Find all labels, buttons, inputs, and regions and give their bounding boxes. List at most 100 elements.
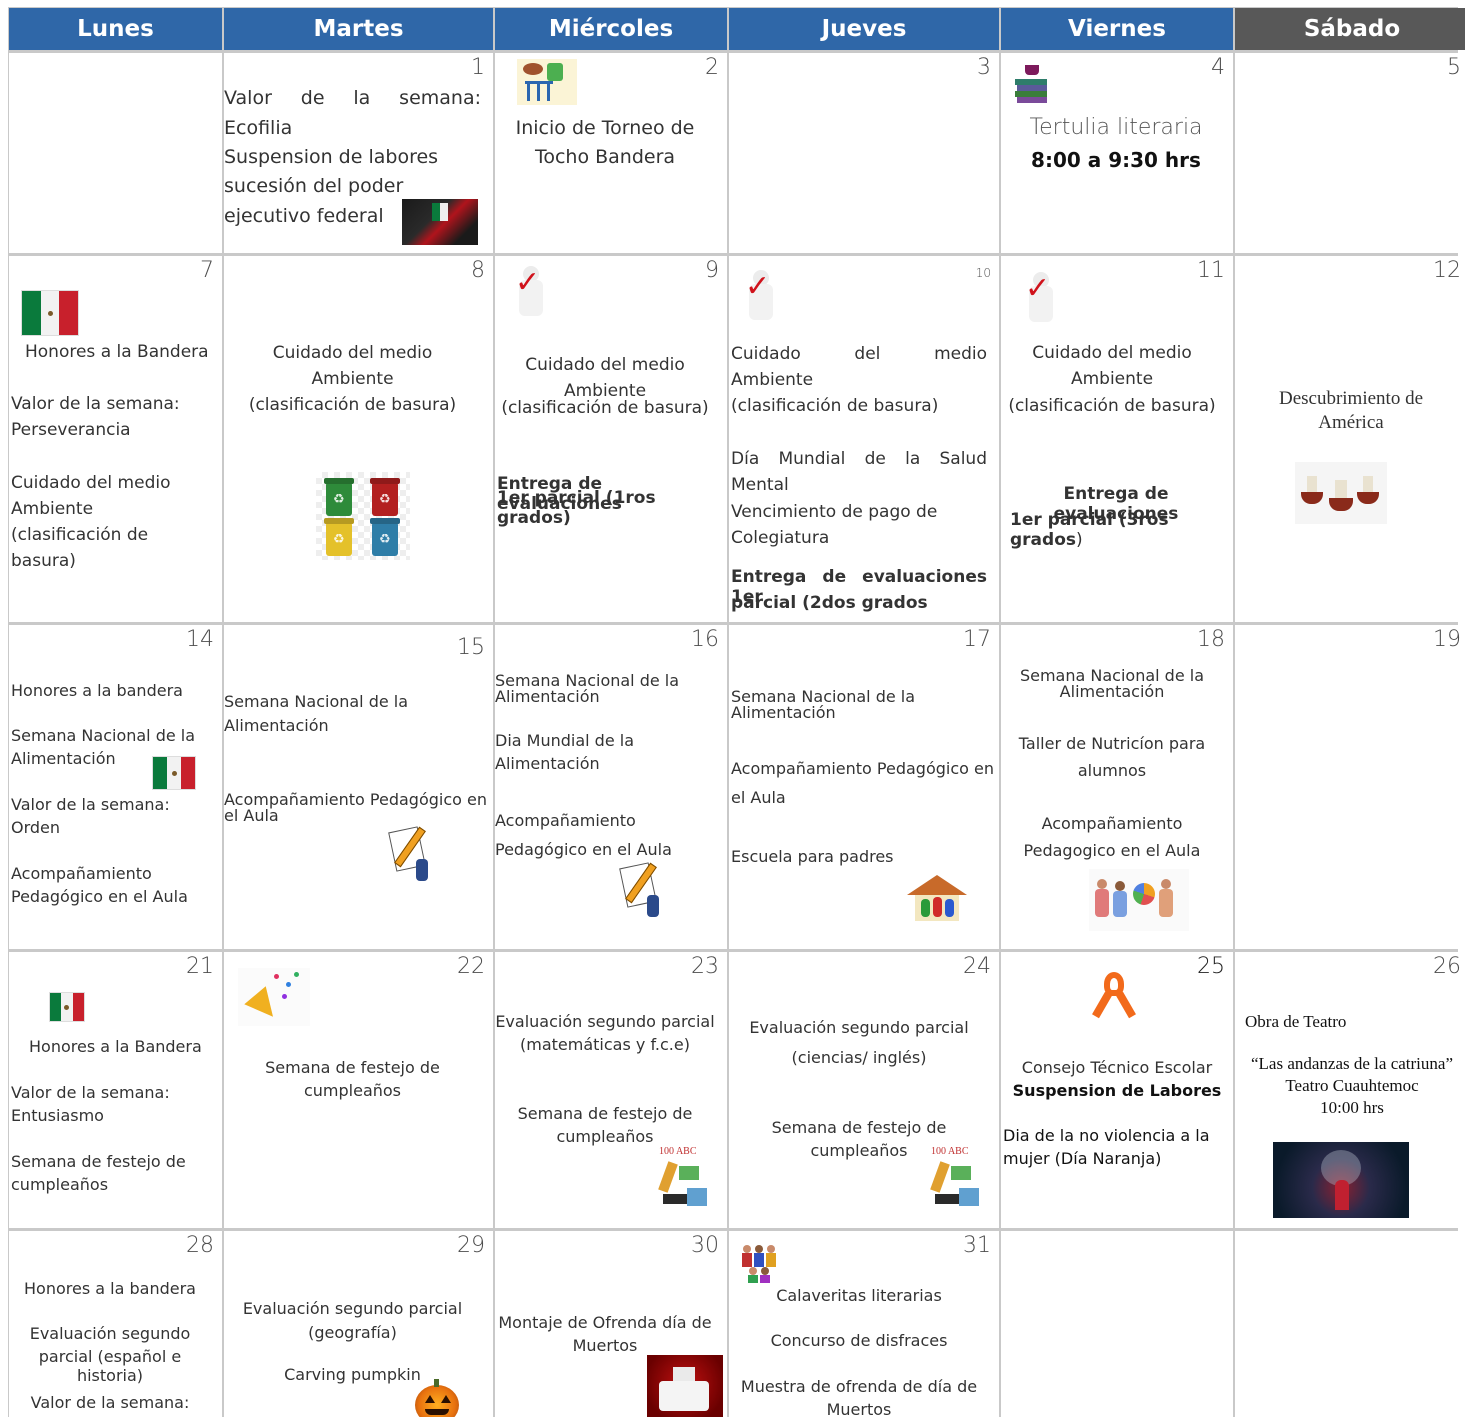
event-text: Valor de la semana: [11, 394, 180, 414]
event-text: Ambiente [311, 369, 394, 389]
event-text: Entusiasmo [11, 1106, 104, 1125]
school-supplies-image: 100 ABC [657, 1144, 713, 1216]
school-supplies-image: 100 ABC [929, 1144, 985, 1216]
event-text: basura) [11, 551, 76, 571]
event-text: Semana de festejo de [517, 1104, 693, 1123]
monthly-calendar: Lunes Martes Miércoles Jueves Viernes Sá… [8, 7, 1465, 1417]
event-text: Honores a la Bandera [29, 1037, 202, 1056]
day-cell-7: 7 Honores a la Bandera Valor de la seman… [9, 256, 222, 622]
event-text: América [1318, 412, 1384, 433]
caravels-ships-image [1295, 462, 1387, 524]
event-text: Semana Nacional de la [224, 692, 409, 711]
day-number: 10 [975, 266, 991, 280]
event-text: (matemáticas y f.c.e) [520, 1035, 690, 1054]
day-number: 21 [186, 954, 214, 979]
day-cell-22: 22 Semana de festejo de cumpleaños [224, 952, 493, 1228]
day-cell-4: 4 Tertulia literaria 8:00 a 9:30 hrs [1001, 53, 1233, 253]
pencil-checklist-image [619, 859, 675, 923]
football-goalpost-image [517, 59, 577, 105]
event-text: Vencimiento de pago de [731, 502, 938, 522]
event-text: Día Mundial de la Salud [731, 449, 987, 469]
day-cell-31: 31 Calaveritas literarias Concurso de di… [729, 1231, 999, 1417]
event-text: el Aula [224, 806, 279, 825]
event-text: Concurso de disfraces [770, 1331, 948, 1350]
event-text: Valor de la semana: [224, 87, 481, 109]
event-text: Pedagógico en el Aula [495, 840, 672, 859]
event-text: (clasificación de basura) [248, 395, 457, 415]
event-text: Acompañamiento [11, 864, 152, 883]
event-text: (clasificación de basura) [501, 398, 709, 418]
day-cell-empty [1001, 1231, 1233, 1417]
event-text: (clasificación de basura) [731, 396, 939, 416]
day-number: 1 [471, 55, 485, 80]
day-number: 15 [457, 635, 485, 660]
day-cell-12: 12 Descubrimiento de América [1235, 256, 1465, 622]
header-martes: Martes [224, 8, 493, 50]
event-text: parcial (2dos grados [731, 593, 928, 613]
event-text: Escuela para padres [731, 847, 894, 866]
day-number: 30 [691, 1233, 719, 1258]
event-text: sucesión del poder [224, 175, 404, 197]
header-jueves: Jueves [729, 8, 999, 50]
event-text: Muertos [826, 1400, 892, 1417]
day-number: 23 [691, 954, 719, 979]
event-text: Perseverancia [11, 420, 131, 440]
day-number: 26 [1433, 954, 1461, 979]
day-cell-9: 9 ✓ Cuidado del medio Ambiente (clasific… [495, 256, 727, 622]
event-text: Colegiatura [731, 528, 830, 548]
day-cell-8: 8 Cuidado del medio Ambiente (clasificac… [224, 256, 493, 622]
event-text: Alimentación [495, 687, 600, 706]
pencil-checklist-image [388, 823, 444, 887]
event-text: Ambiente [11, 499, 94, 519]
event-text: Semana de festejo de [265, 1058, 440, 1077]
event-text: alumnos [1077, 761, 1147, 780]
event-text: Orden [11, 818, 61, 837]
event-text: Cuidado del medio [1032, 343, 1192, 363]
jack-o-lantern-image [413, 1379, 461, 1417]
event-text: Alimentación [495, 754, 600, 773]
event-text: Valor de la semana: [11, 1083, 170, 1102]
day-number: 2 [705, 55, 719, 80]
event-text: Evaluación segundo parcial [242, 1299, 463, 1318]
day-cell-26: 26 Obra de Teatro “Las andanzas de la ca… [1235, 952, 1465, 1228]
event-text: Tertulia literaria [1029, 115, 1203, 140]
day-cell-14: 14 Honores a la bandera Semana Nacional … [9, 625, 222, 949]
event-text: Alimentación [224, 716, 329, 735]
day-number: 3 [977, 55, 991, 80]
day-number: 5 [1447, 55, 1461, 80]
day-number: 7 [200, 258, 214, 283]
day-number: 16 [691, 627, 719, 652]
mexico-flag-icon [49, 992, 85, 1022]
day-number: 18 [1197, 627, 1225, 652]
event-text: “Las andanzas de la catriuna” [1251, 1054, 1453, 1073]
checkmark-figure-icon: ✓ [1023, 272, 1063, 328]
day-cell-19: 19 [1235, 625, 1465, 949]
event-text: Honores a la bandera [24, 1279, 196, 1298]
event-text: Descubrimiento de [1278, 388, 1424, 409]
event-text: el Aula [731, 788, 786, 807]
theater-play-image [1273, 1142, 1409, 1218]
event-text: Semana de festejo de [771, 1118, 947, 1137]
event-text: Valor de la semana: [30, 1393, 190, 1412]
event-text: ejecutivo federal [224, 205, 384, 227]
header-sabado: Sábado [1235, 8, 1465, 50]
event-text: Dia de la no violencia a la [1003, 1126, 1210, 1145]
event-text: Evaluación segundo parcial [749, 1018, 969, 1037]
recycling-bins-image: ♻ ♻ ♻ ♻ [316, 472, 410, 560]
day-number: 29 [457, 1233, 485, 1258]
day-cell-25: 25 Consejo Técnico Escolar Suspension de… [1001, 952, 1233, 1228]
header-lunes: Lunes [9, 8, 222, 50]
day-number: 31 [963, 1233, 991, 1258]
event-text: (ciencias/ inglés) [791, 1048, 927, 1067]
day-cell-3: 3 [729, 53, 999, 253]
day-number: 24 [963, 954, 991, 979]
day-cell-11: 11 ✓ Cuidado del medio Ambiente (clasifi… [1001, 256, 1233, 622]
day-cell-23: 23 Evaluación segundo parcial (matemátic… [495, 952, 727, 1228]
day-cell-18: 18 Semana Nacional de la Alimentación Ta… [1001, 625, 1233, 949]
day-number: 12 [1433, 258, 1461, 283]
day-cell-30: 30 Montaje de Ofrenda día de Muertos [495, 1231, 727, 1417]
event-text: Alimentación [11, 749, 116, 768]
day-number: 14 [186, 627, 214, 652]
event-text: Alimentación [731, 703, 836, 722]
day-number: 19 [1433, 627, 1461, 652]
